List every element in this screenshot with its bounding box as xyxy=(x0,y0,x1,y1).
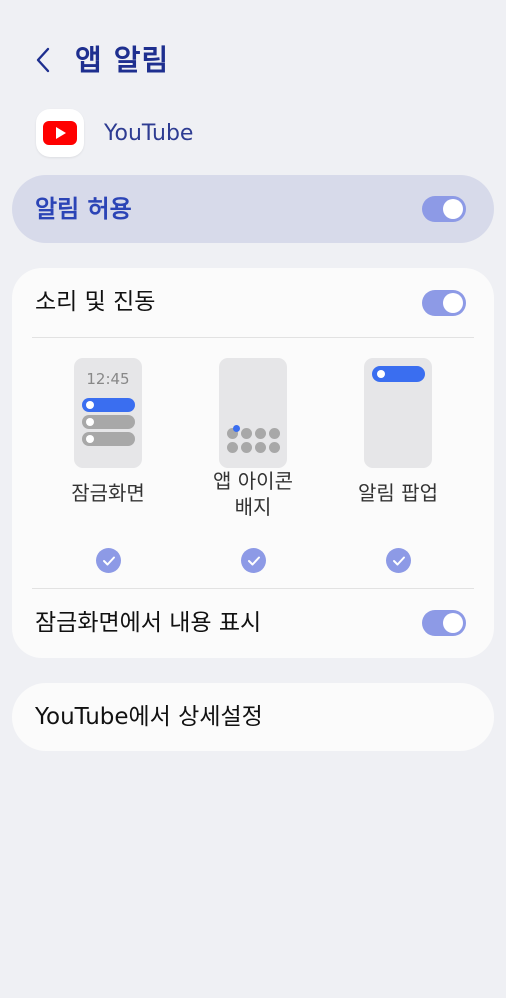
sound-vibration-toggle[interactable] xyxy=(422,290,466,316)
popup-bar xyxy=(372,366,425,382)
lockscreen-content-label[interactable]: 잠금화면에서 내용 표시 xyxy=(35,607,261,639)
divider xyxy=(32,588,474,589)
toggle-knob xyxy=(443,293,463,313)
back-button[interactable] xyxy=(26,42,62,78)
advanced-settings-label: YouTube에서 상세설정 xyxy=(35,704,263,730)
style-lock-screen-label: 잠금화면 xyxy=(71,481,145,505)
notification-bar xyxy=(82,415,135,429)
lock-screen-preview: 12:45 xyxy=(74,358,142,468)
advanced-settings-row[interactable]: YouTube에서 상세설정 xyxy=(12,683,494,751)
toggle-knob xyxy=(443,199,463,219)
check-icon xyxy=(102,556,115,565)
allow-notifications-toggle[interactable] xyxy=(422,196,466,222)
badge-preview xyxy=(219,358,287,468)
lock-screen-time: 12:45 xyxy=(86,370,130,388)
allow-notifications-row[interactable]: 알림 허용 xyxy=(12,175,494,243)
sound-vibration-label[interactable]: 소리 및 진동 xyxy=(35,286,155,318)
lockscreen-content-toggle[interactable] xyxy=(422,610,466,636)
popup-preview xyxy=(364,358,432,468)
app-name: YouTube xyxy=(104,120,194,146)
notification-bar xyxy=(82,432,135,446)
divider xyxy=(32,337,474,338)
app-info: YouTube xyxy=(36,108,193,158)
popup-check[interactable] xyxy=(386,548,411,573)
youtube-app-icon xyxy=(36,109,84,157)
notification-settings-card: 소리 및 진동 12:45 잠금화면 앱 아이콘 배지 알림 팝업 잠금화면에서… xyxy=(12,268,494,658)
style-badge-label: 앱 아이콘 배지 xyxy=(213,469,293,519)
header: 앱 알림 xyxy=(0,30,506,90)
notification-styles: 12:45 잠금화면 앱 아이콘 배지 알림 팝업 xyxy=(12,356,494,576)
check-icon xyxy=(247,556,260,565)
badge-check[interactable] xyxy=(241,548,266,573)
style-popup-label: 알림 팝업 xyxy=(358,481,438,505)
toggle-knob xyxy=(443,613,463,633)
allow-notifications-label: 알림 허용 xyxy=(35,195,132,223)
check-icon xyxy=(392,556,405,565)
chevron-left-icon xyxy=(36,47,50,73)
style-popup[interactable]: 알림 팝업 xyxy=(338,356,458,576)
notification-bar xyxy=(82,398,135,412)
badge-dot xyxy=(233,425,240,432)
page-title: 앱 알림 xyxy=(75,43,170,77)
youtube-logo-icon xyxy=(43,121,77,145)
app-notifications-screen: 앱 알림 YouTube 알림 허용 소리 및 진동 12:45 잠금화면 앱 … xyxy=(0,0,506,998)
style-lock-screen[interactable]: 12:45 잠금화면 xyxy=(48,356,168,576)
app-icon-grid xyxy=(227,425,283,458)
style-app-icon-badge[interactable]: 앱 아이콘 배지 xyxy=(193,356,313,576)
lock-screen-check[interactable] xyxy=(96,548,121,573)
